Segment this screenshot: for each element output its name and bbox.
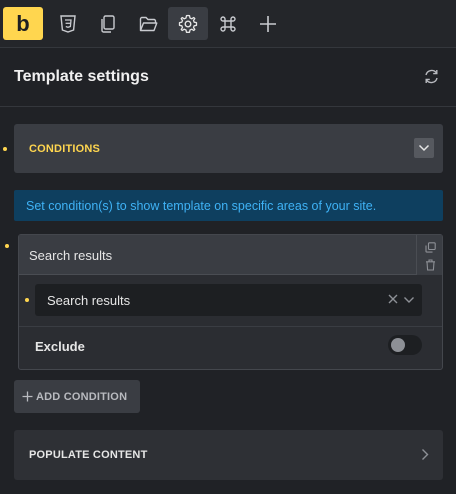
changed-indicator-dot (5, 244, 9, 248)
folder-icon[interactable] (128, 7, 168, 40)
toggle-knob (391, 338, 405, 352)
logo-letter: b (16, 10, 30, 36)
populate-content-title: POPULATE CONTENT (29, 449, 148, 461)
condition-select-value: Search results (47, 293, 131, 308)
logo-icon[interactable]: b (3, 7, 43, 40)
conditions-section-header[interactable]: CONDITIONS (14, 124, 443, 173)
add-condition-label: ADD CONDITION (36, 390, 128, 403)
conditions-info-message: Set condition(s) to show template on spe… (14, 190, 443, 221)
gear-icon[interactable] (168, 7, 208, 40)
chevron-right-icon[interactable] (421, 448, 429, 466)
chevron-down-icon[interactable] (403, 293, 415, 311)
top-toolbar: b (0, 0, 456, 48)
copy-pages-icon[interactable] (88, 7, 128, 40)
page-title: Template settings (14, 68, 149, 85)
plus-icon[interactable] (248, 7, 288, 40)
condition-card-header[interactable]: Search results (19, 235, 416, 275)
exclude-toggle[interactable] (388, 335, 422, 355)
chevron-down-icon[interactable] (414, 138, 434, 158)
changed-indicator-dot (25, 298, 29, 302)
reset-icon[interactable] (423, 68, 440, 90)
duplicate-icon[interactable] (423, 240, 437, 254)
command-icon[interactable] (208, 7, 248, 40)
panel-header: Template settings (0, 48, 456, 107)
plus-icon (22, 391, 33, 402)
exclude-label: Exclude (35, 339, 85, 354)
add-condition-button[interactable]: ADD CONDITION (14, 380, 140, 413)
condition-card-actions (416, 235, 442, 275)
condition-card: Search results Search results Exclude (18, 234, 443, 370)
changed-indicator-dot (3, 147, 7, 151)
conditions-title: CONDITIONS (29, 143, 101, 155)
trash-icon[interactable] (423, 258, 437, 272)
clear-icon[interactable] (387, 292, 399, 310)
divider (19, 326, 442, 327)
condition-card-title: Search results (29, 248, 113, 263)
condition-select[interactable]: Search results (35, 284, 422, 316)
css3-icon[interactable] (48, 7, 88, 40)
populate-content-section-header[interactable]: POPULATE CONTENT (14, 430, 443, 480)
